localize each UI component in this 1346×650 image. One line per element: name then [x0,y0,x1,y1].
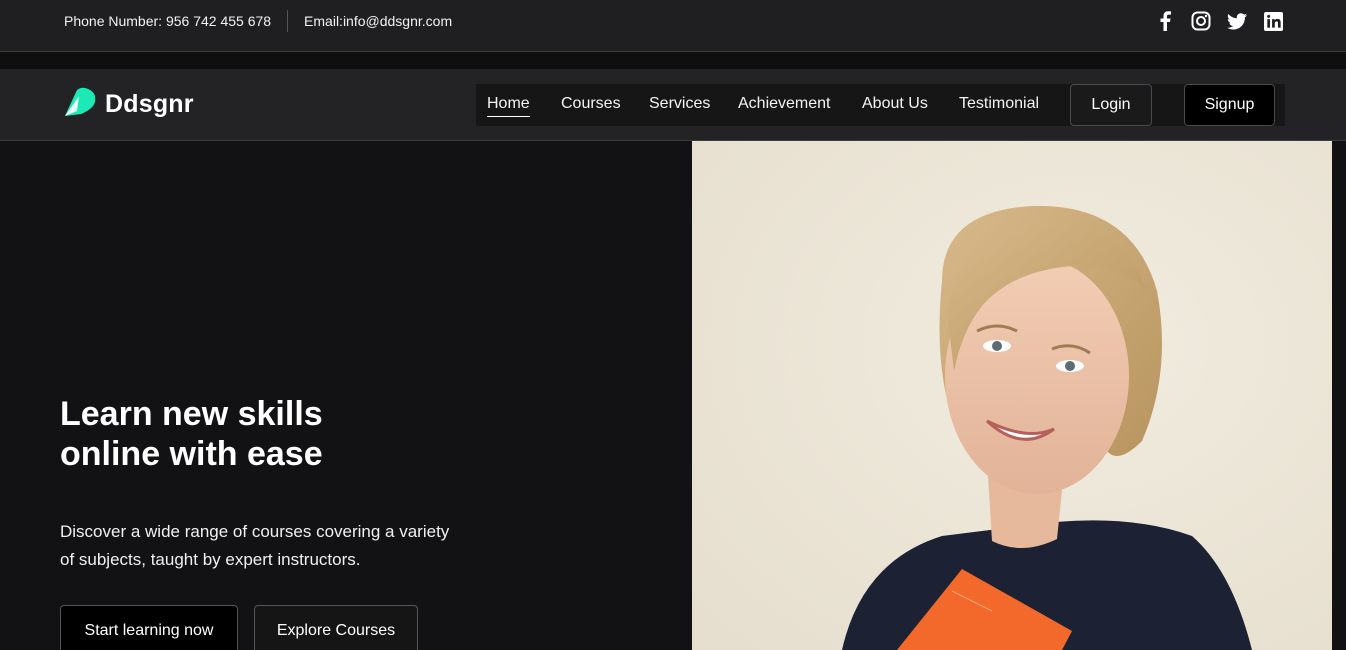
hero-title: Learn new skills online with ease [60,394,620,474]
main-navbar: Ddsgnr Home Courses Services Achievement… [0,69,1346,141]
brand-name: Ddsgnr [105,89,194,118]
nav-item-achievement[interactable]: Achievement [738,95,831,113]
linkedin-icon[interactable] [1262,10,1284,32]
phone-number: Phone Number: 956 742 455 678 [64,10,289,32]
start-learning-button[interactable]: Start learning now [60,605,238,650]
nav-item-testimonial[interactable]: Testimonial [959,95,1039,113]
nav-item-services[interactable]: Services [649,95,710,113]
twitter-icon[interactable] [1226,10,1248,32]
nav-menu: Home Courses Services Achievement About … [476,84,1285,126]
hero-title-line-1: Learn new skills [60,395,323,433]
brand-logo[interactable]: Ddsgnr [63,85,194,123]
leaf-logo-icon [63,87,97,122]
facebook-icon[interactable] [1154,10,1176,32]
social-links [1154,10,1284,32]
explore-courses-button[interactable]: Explore Courses [254,605,418,650]
contact-info: Phone Number: 956 742 455 678 Email:info… [64,0,452,42]
hero-cta-group: Start learning now Explore Courses [60,605,418,650]
hero-photo [692,141,1332,650]
email-address[interactable]: Email:info@ddsgnr.com [288,10,452,32]
hero-text-block: Learn new skills online with ease Discov… [60,394,620,574]
hero-title-line-2: online with ease [60,435,323,473]
nav-item-about-us[interactable]: About Us [862,95,928,113]
header-divider-strip [0,53,1346,69]
nav-item-courses[interactable]: Courses [561,95,621,113]
instagram-icon[interactable] [1190,10,1212,32]
nav-item-home[interactable]: Home [487,95,530,117]
top-contact-bar: Phone Number: 956 742 455 678 Email:info… [0,0,1346,52]
login-button[interactable]: Login [1070,84,1152,126]
signup-button[interactable]: Signup [1184,84,1275,126]
hero-subtitle: Discover a wide range of courses coverin… [60,522,450,569]
